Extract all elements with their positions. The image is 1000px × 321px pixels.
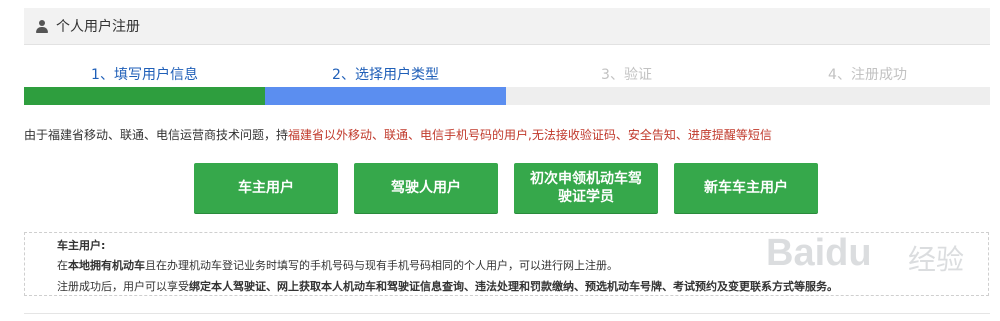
page-title: 个人用户注册 [56, 19, 140, 35]
progress-segment-current [265, 87, 506, 105]
progress-segment-done [24, 87, 265, 105]
description-line-2: 注册成功后，用户可以享受绑定本人驾驶证、网上获取本人机动车和驾驶证信息查询、违法… [57, 280, 838, 293]
notice-text: 由于福建省移动、联通、电信运营商技术问题，持 [24, 128, 289, 142]
sms-notice: 由于福建省移动、联通、电信运营商技术问题，持福建省以外移动、联通、电信手机号码的… [24, 126, 990, 143]
vehicle-owner-button[interactable]: 车主用户 [194, 163, 338, 213]
description-line-1: 在本地拥有机动车且在办理机动车登记业务时填写的手机号码与现有手机号码相同的个人用… [57, 259, 618, 272]
page-header: 个人用户注册 [24, 8, 990, 45]
step-2-label: 2、选择用户类型 [332, 67, 439, 83]
step-3-label: 3、验证 [601, 67, 652, 83]
driver-button[interactable]: 驾驶人用户 [354, 163, 498, 213]
notice-highlight: 福建省以外移动、联通、电信手机号码的用户,无法接收验证码、安全告知、进度提醒等短… [288, 128, 772, 142]
step-4-label: 4、注册成功 [828, 67, 907, 83]
first-license-applicant-button[interactable]: 初次申领机动车驾驶证学员 [514, 163, 658, 213]
divider [24, 313, 990, 314]
user-icon [36, 19, 48, 33]
baidu-jingyan-watermark: Baidu 经验 [766, 232, 965, 276]
new-vehicle-owner-button[interactable]: 新车车主用户 [674, 163, 818, 213]
step-progress-bar [24, 87, 990, 105]
step-indicator: 1、填写用户信息 2、选择用户类型 3、验证 4、注册成功 [24, 62, 990, 86]
step-1-label: 1、填写用户信息 [91, 67, 198, 83]
description-heading: 车主用户: [57, 239, 106, 252]
